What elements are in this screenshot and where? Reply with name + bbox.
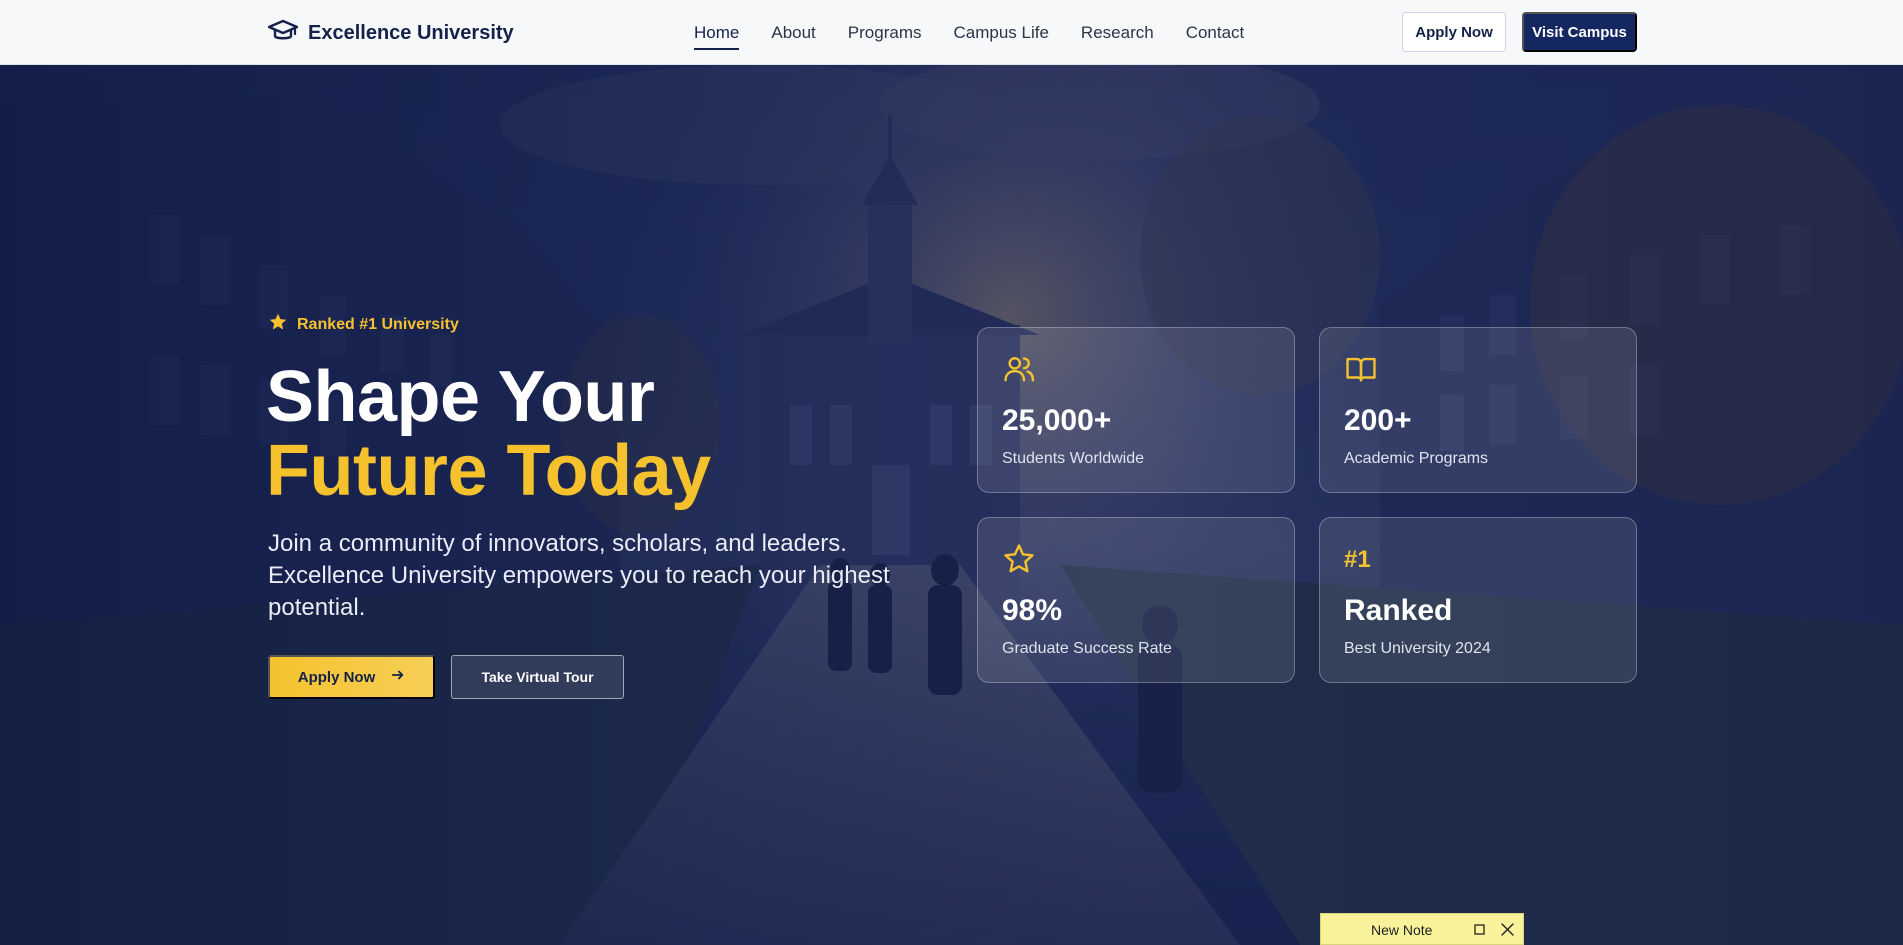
stat-card-ranking: #1 Ranked Best University 2024 — [1319, 517, 1637, 683]
nav-link-research[interactable]: Research — [1081, 17, 1154, 49]
visit-campus-button[interactable]: Visit Campus — [1522, 12, 1637, 52]
stat-value: 98% — [1002, 594, 1063, 627]
book-open-icon — [1344, 352, 1378, 386]
top-nav: Excellence University Home About Program… — [0, 0, 1903, 65]
users-icon — [1002, 352, 1036, 386]
nav-link-campus-life[interactable]: Campus Life — [953, 17, 1048, 49]
stat-value: 25,000+ — [1002, 404, 1112, 437]
stat-value: Ranked — [1344, 594, 1453, 627]
stat-value: 200+ — [1344, 404, 1412, 437]
nav-link-home[interactable]: Home — [694, 17, 740, 50]
virtual-tour-button[interactable]: Take Virtual Tour — [451, 655, 624, 699]
ranking-badge: Ranked #1 University — [268, 312, 459, 337]
arrow-right-icon — [391, 668, 405, 686]
close-icon[interactable] — [1500, 922, 1515, 937]
star-outline-icon — [1002, 542, 1036, 576]
stat-card-programs: 200+ Academic Programs — [1319, 327, 1637, 493]
stat-card-success-rate: 98% Graduate Success Rate — [977, 517, 1295, 683]
sticky-note[interactable]: New Note — [1320, 913, 1524, 945]
nav-links: Home About Programs Campus Life Research… — [694, 0, 1244, 65]
brand-name: Excellence University — [308, 21, 514, 44]
badge-text: Ranked #1 University — [297, 315, 459, 333]
stat-label: Academic Programs — [1344, 450, 1489, 467]
hero-lead-text: Join a community of innovators, scholars… — [268, 530, 890, 621]
headline-line-1: Shape Your — [266, 357, 655, 437]
note-title: New Note — [1371, 922, 1433, 938]
stat-label: Students Worldwide — [1002, 450, 1144, 467]
nav-link-about[interactable]: About — [771, 17, 815, 49]
apply-now-nav-button[interactable]: Apply Now — [1402, 12, 1506, 52]
stat-card-students: 25,000+ Students Worldwide — [977, 327, 1295, 493]
nav-link-contact[interactable]: Contact — [1186, 17, 1245, 49]
stat-label: Graduate Success Rate — [1002, 640, 1172, 657]
hero-headline: Shape Your Future Today — [266, 360, 711, 508]
brand[interactable]: Excellence University — [267, 18, 514, 48]
graduation-cap-icon — [267, 19, 299, 48]
apply-now-hero-button[interactable]: Apply Now — [268, 655, 435, 699]
star-icon — [268, 312, 288, 337]
maximize-icon[interactable] — [1473, 923, 1486, 936]
nav-link-programs[interactable]: Programs — [848, 17, 922, 49]
rank-tag: #1 — [1344, 546, 1371, 573]
apply-now-label: Apply Now — [297, 668, 376, 686]
headline-line-2: Future Today — [266, 431, 711, 511]
stat-label: Best University 2024 — [1344, 640, 1491, 657]
